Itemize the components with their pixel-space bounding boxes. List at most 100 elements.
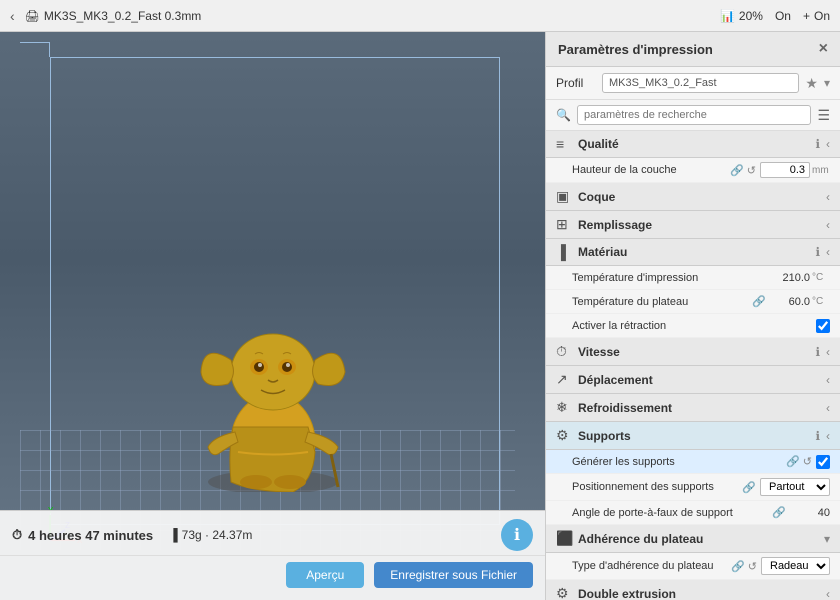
type-reset-icon[interactable]: ↺ — [748, 560, 757, 573]
profile-star-icon[interactable]: ★ — [805, 75, 818, 92]
on2-section: + On — [803, 9, 830, 23]
bottom-bar: ⏱ 4 heures 47 minutes ▐ 73g · 24.37m ℹ A… — [0, 510, 545, 600]
section-double-extrusion[interactable]: ⚙ Double extrusion ‹ — [546, 580, 840, 600]
positionnement-icons: 🔗 — [742, 481, 756, 494]
remplissage-chevron-icon[interactable]: ‹ — [826, 218, 830, 232]
supports-chevron-icon[interactable]: ‹ — [826, 429, 830, 443]
profile-label: Profil — [556, 76, 596, 90]
on2-label: On — [814, 9, 830, 23]
info-circle[interactable]: ℹ — [501, 519, 533, 551]
temp-plateau-unit: °C — [812, 296, 830, 307]
generer-icons: 🔗 ↺ — [786, 455, 812, 468]
type-adherence-label: Type d'adhérence du plateau — [572, 560, 731, 572]
supports-info-icon[interactable]: ℹ — [815, 429, 820, 443]
percent-icon: 📊 — [720, 9, 735, 23]
section-materiau[interactable]: ▐ Matériau ℹ ‹ — [546, 239, 840, 266]
hauteur-couche-row: Hauteur de la couche 🔗 ↺ mm — [546, 158, 840, 183]
retraction-checkbox[interactable] — [816, 319, 830, 333]
3d-model — [183, 272, 363, 492]
vitesse-icon: ⏱ — [556, 343, 572, 360]
retraction-row: Activer la rétraction — [546, 314, 840, 338]
qualite-info-icon[interactable]: ℹ — [815, 137, 820, 151]
temp-impression-label: Température d'impression — [572, 272, 770, 284]
angle-icons: 🔗 — [772, 506, 786, 519]
angle-support-value: 40 — [790, 507, 830, 519]
materiau-chevron-icon[interactable]: ‹ — [826, 245, 830, 259]
weight-display: ▐ 73g · 24.37m — [169, 528, 252, 542]
deplacement-chevron-icon[interactable]: ‹ — [826, 373, 830, 387]
materiau-icon: ▐ — [556, 244, 572, 260]
bottom-info: ⏱ 4 heures 47 minutes ▐ 73g · 24.37m ℹ — [0, 511, 545, 556]
settings-panel: Paramètres d'impression × Profil ★ ▾ 🔍 ☰… — [545, 32, 840, 600]
close-button[interactable]: × — [819, 40, 828, 58]
preview-button[interactable]: Aperçu — [286, 562, 364, 588]
double-extrusion-chevron-icon[interactable]: ‹ — [826, 587, 830, 600]
section-qualite[interactable]: ≡ Qualité ℹ ‹ — [546, 131, 840, 158]
qualite-chevron-icon[interactable]: ‹ — [826, 137, 830, 151]
type-adherence-select[interactable]: Radeau — [761, 557, 830, 575]
generer-reset-icon[interactable]: ↺ — [803, 455, 812, 468]
menu-icon[interactable]: ☰ — [817, 107, 830, 124]
printer-name: MK3S_MK3_0.2_Fast 0.3mm — [44, 9, 201, 23]
vitesse-info-icon[interactable]: ℹ — [815, 345, 820, 359]
section-adherence[interactable]: ⬛ Adhérence du plateau ▾ — [546, 525, 840, 553]
section-remplissage[interactable]: ⊞ Remplissage ‹ — [546, 211, 840, 239]
positionnement-supports-row: Positionnement des supports 🔗 Partout — [546, 474, 840, 501]
bottom-actions: Aperçu Enregistrer sous Fichier — [0, 556, 545, 594]
section-refroidissement[interactable]: ❄ Refroidissement ‹ — [546, 394, 840, 422]
type-link-icon[interactable]: 🔗 — [731, 560, 745, 573]
vitesse-chevron-icon[interactable]: ‹ — [826, 345, 830, 359]
refroidissement-chevron-icon[interactable]: ‹ — [826, 401, 830, 415]
generer-link-icon[interactable]: 🔗 — [786, 455, 800, 468]
type-adherence-row: Type d'adhérence du plateau 🔗 ↺ Radeau — [546, 553, 840, 580]
generer-supports-row: Générer les supports 🔗 ↺ — [546, 450, 840, 474]
temp-impression-value: 210.0 — [770, 272, 810, 284]
materiau-label: Matériau — [578, 245, 809, 259]
top-bar-right: 📊 20% On + On — [720, 9, 830, 23]
hauteur-couche-label: Hauteur de la couche — [572, 164, 730, 176]
coque-chevron-icon[interactable]: ‹ — [826, 190, 830, 204]
vitesse-label: Vitesse — [578, 345, 809, 359]
temp-impression-row: Température d'impression 210.0 °C — [546, 266, 840, 290]
section-supports[interactable]: ⚙ Supports ℹ ‹ — [546, 422, 840, 450]
profile-chevron-icon[interactable]: ▾ — [824, 76, 830, 90]
back-chevron[interactable]: ‹ — [10, 8, 15, 24]
printer-info: 🖨 MK3S_MK3_0.2_Fast 0.3mm — [25, 9, 202, 23]
supports-icon: ⚙ — [556, 427, 572, 444]
plateau-link-icon[interactable]: 🔗 — [752, 295, 766, 308]
section-vitesse[interactable]: ⏱ Vitesse ℹ ‹ — [546, 338, 840, 366]
section-deplacement[interactable]: ↗ Déplacement ‹ — [546, 366, 840, 394]
reset-icon[interactable]: ↺ — [747, 164, 756, 177]
type-icons: 🔗 ↺ — [731, 560, 757, 573]
materiau-info-icon[interactable]: ℹ — [815, 245, 820, 259]
positionnement-link-icon[interactable]: 🔗 — [742, 481, 756, 494]
section-coque[interactable]: ▣ Coque ‹ — [546, 183, 840, 211]
generer-supports-label: Générer les supports — [572, 456, 786, 468]
deplacement-icon: ↗ — [556, 371, 572, 388]
adherence-icon: ⬛ — [556, 530, 572, 547]
remplissage-label: Remplissage — [578, 218, 820, 232]
search-input[interactable] — [577, 105, 811, 125]
link-icon[interactable]: 🔗 — [730, 164, 744, 177]
hauteur-couche-unit: mm — [812, 165, 830, 176]
refroidissement-label: Refroidissement — [578, 401, 820, 415]
refroidissement-icon: ❄ — [556, 399, 572, 416]
hauteur-couche-input[interactable] — [760, 162, 810, 178]
save-button[interactable]: Enregistrer sous Fichier — [374, 562, 533, 588]
printer-icon: 🖨 — [25, 9, 40, 23]
adherence-chevron-icon[interactable]: ▾ — [824, 532, 830, 546]
positionnement-supports-select[interactable]: Partout — [760, 478, 830, 496]
deplacement-label: Déplacement — [578, 373, 820, 387]
time-display: ⏱ 4 heures 47 minutes — [12, 527, 153, 543]
profile-input[interactable] — [602, 73, 799, 93]
double-extrusion-icon: ⚙ — [556, 585, 572, 600]
angle-support-row: Angle de porte-à-faux de support 🔗 40 — [546, 501, 840, 525]
generer-supports-checkbox[interactable] — [816, 455, 830, 469]
remplissage-icon: ⊞ — [556, 216, 572, 233]
angle-support-label: Angle de porte-à-faux de support — [572, 507, 772, 519]
retraction-label: Activer la rétraction — [572, 320, 816, 332]
angle-link-icon[interactable]: 🔗 — [772, 506, 786, 519]
profile-row: Profil ★ ▾ — [546, 67, 840, 100]
temp-impression-unit: °C — [812, 272, 830, 283]
percent-section: 📊 20% — [720, 9, 763, 23]
